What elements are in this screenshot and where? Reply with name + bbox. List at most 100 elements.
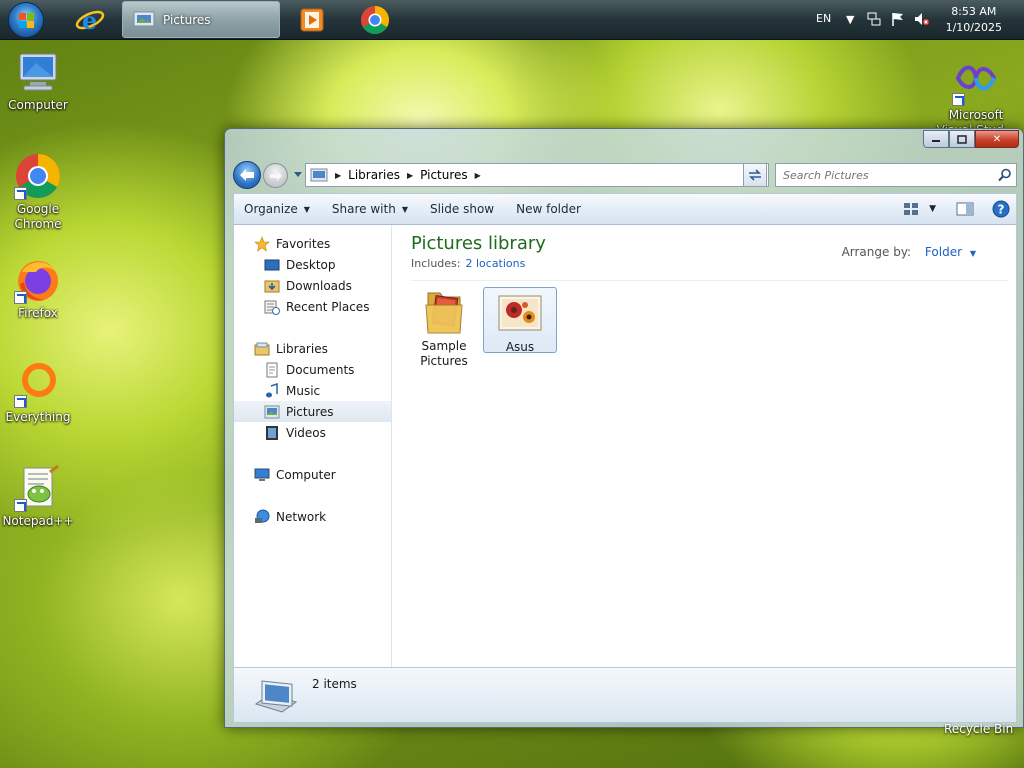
everything-icon [14,360,62,408]
back-button[interactable] [233,161,261,189]
chevron-down-icon: ▼ [303,204,310,214]
nav-desktop[interactable]: Desktop [234,254,391,275]
volume-muted-icon[interactable] [914,11,930,27]
breadcrumb-separator-icon[interactable]: ▶ [335,171,341,180]
recent-places-icon [264,300,280,315]
taskbar-media-player[interactable] [292,3,332,37]
item-sample-pictures[interactable]: Sample Pictures [407,287,481,368]
item-label: Sample Pictures [420,339,468,368]
libraries-icon [254,342,270,355]
includes-label: Includes: [411,257,461,270]
taskbar-chrome[interactable] [355,3,395,37]
slide-show-button[interactable]: Slide show [421,194,503,224]
refresh-button[interactable] [743,163,767,187]
pictures-library-icon [254,680,298,713]
locations-link[interactable]: 2 locations [465,257,525,270]
nav-videos[interactable]: Videos [234,422,391,443]
content-area: Favorites Desktop Downloads Recent Place… [233,225,1017,667]
shortcut-arrow-icon [952,93,965,106]
search-box[interactable] [775,163,1017,187]
desktop-icon-everything[interactable]: Everything [0,360,76,425]
favorites-star-icon [254,235,270,252]
nav-music[interactable]: Music [234,380,391,401]
nav-downloads[interactable]: Downloads [234,275,391,296]
music-note-icon [266,382,278,397]
breadcrumb-libraries[interactable]: Libraries [348,168,400,182]
internet-explorer-icon: e [75,6,105,35]
network-icon[interactable] [866,11,882,27]
nav-label: Videos [286,425,326,440]
tray-expand-icon[interactable]: ▼ [846,13,854,26]
breadcrumb-separator-icon[interactable]: ▶ [407,171,413,180]
visual-studio-icon [952,58,1000,106]
organize-label: Organize [244,202,298,216]
arrange-by: Arrange by: Folder ▼ [842,245,976,259]
clock[interactable]: 8:53 AM 1/10/2025 [946,4,1002,36]
share-with-menu[interactable]: Share with ▼ [323,194,417,224]
organize-menu[interactable]: Organize ▼ [234,194,319,224]
search-icon[interactable] [998,168,1012,182]
desktop-icon-label: Firefox [18,306,58,320]
item-asus[interactable]: Asus [483,287,557,354]
new-folder-button[interactable]: New folder [507,194,590,224]
desktop-icon-google-chrome[interactable]: Google Chrome [0,152,76,232]
view-options-chevron-icon[interactable]: ▼ [929,204,936,214]
breadcrumb-pictures[interactable]: Pictures [420,168,468,182]
network-globe-icon [255,509,270,523]
taskbar-task-pictures[interactable]: Pictures [122,1,280,38]
language-indicator[interactable]: EN [816,12,831,25]
close-button[interactable]: ✕ [975,130,1019,148]
firefox-icon [14,256,62,304]
recent-pages-dropdown-icon[interactable] [293,171,303,179]
desktop-icon-visual-studio[interactable]: Microsoft Visual Stud... [936,58,1016,138]
desktop-icon-recycle-bin-label[interactable]: Recycle Bin [944,722,1013,736]
pictures-library-icon [133,11,155,26]
share-with-label: Share with [331,202,396,216]
nav-network[interactable]: Network [234,506,391,527]
computer-icon [14,48,62,96]
pictures-library-icon [310,168,328,182]
maximize-button[interactable] [949,130,975,148]
nav-pictures[interactable]: Pictures [234,401,391,422]
shortcut-arrow-icon [14,499,27,512]
forward-button[interactable] [263,163,288,188]
new-folder-label: New folder [516,202,581,216]
change-view-icon[interactable] [903,202,919,216]
desktop-icon-firefox[interactable]: Firefox [0,256,76,321]
clock-time: 8:53 AM [951,5,997,18]
desktop-icon-notepadpp[interactable]: Notepad++ [0,464,76,529]
computer-icon [254,468,270,481]
minimize-button[interactable] [923,130,949,148]
start-button[interactable] [8,2,44,38]
nav-label: Desktop [286,257,336,272]
image-file-icon [496,290,544,336]
breadcrumb-separator-icon[interactable]: ▶ [475,171,481,180]
downloads-folder-icon [264,280,280,292]
minimize-icon [932,140,940,142]
preview-pane-icon[interactable] [956,202,974,216]
action-center-flag-icon[interactable] [890,11,906,27]
desktop-icon-computer[interactable]: Computer [0,48,76,113]
nav-label: Network [276,509,327,524]
address-bar[interactable]: ▶ Libraries ▶ Pictures ▶ [305,163,769,187]
nav-favorites[interactable]: Favorites [234,233,391,254]
nav-documents[interactable]: Documents [234,359,391,380]
nav-computer[interactable]: Computer [234,464,391,485]
pictures-icon [264,405,280,418]
search-input[interactable] [776,164,986,186]
arrange-by-dropdown[interactable]: Folder ▼ [925,245,976,259]
documents-icon [266,362,278,377]
nav-recent-places[interactable]: Recent Places [234,296,391,317]
clock-date: 1/10/2025 [945,21,1002,34]
arrange-by-value: Folder [924,245,963,259]
forward-arrow-icon [269,170,282,181]
help-icon[interactable]: ? [992,200,1010,218]
desktop-icon [264,259,280,270]
notepadpp-icon [14,464,62,512]
refresh-icon [749,169,761,181]
nav-label: Recent Places [286,299,370,314]
taskbar-internet-explorer[interactable]: e [70,3,110,37]
nav-libraries[interactable]: Libraries [234,338,391,359]
shortcut-arrow-icon [14,291,27,304]
command-bar: Organize ▼ Share with ▼ Slide show New f… [233,193,1017,225]
